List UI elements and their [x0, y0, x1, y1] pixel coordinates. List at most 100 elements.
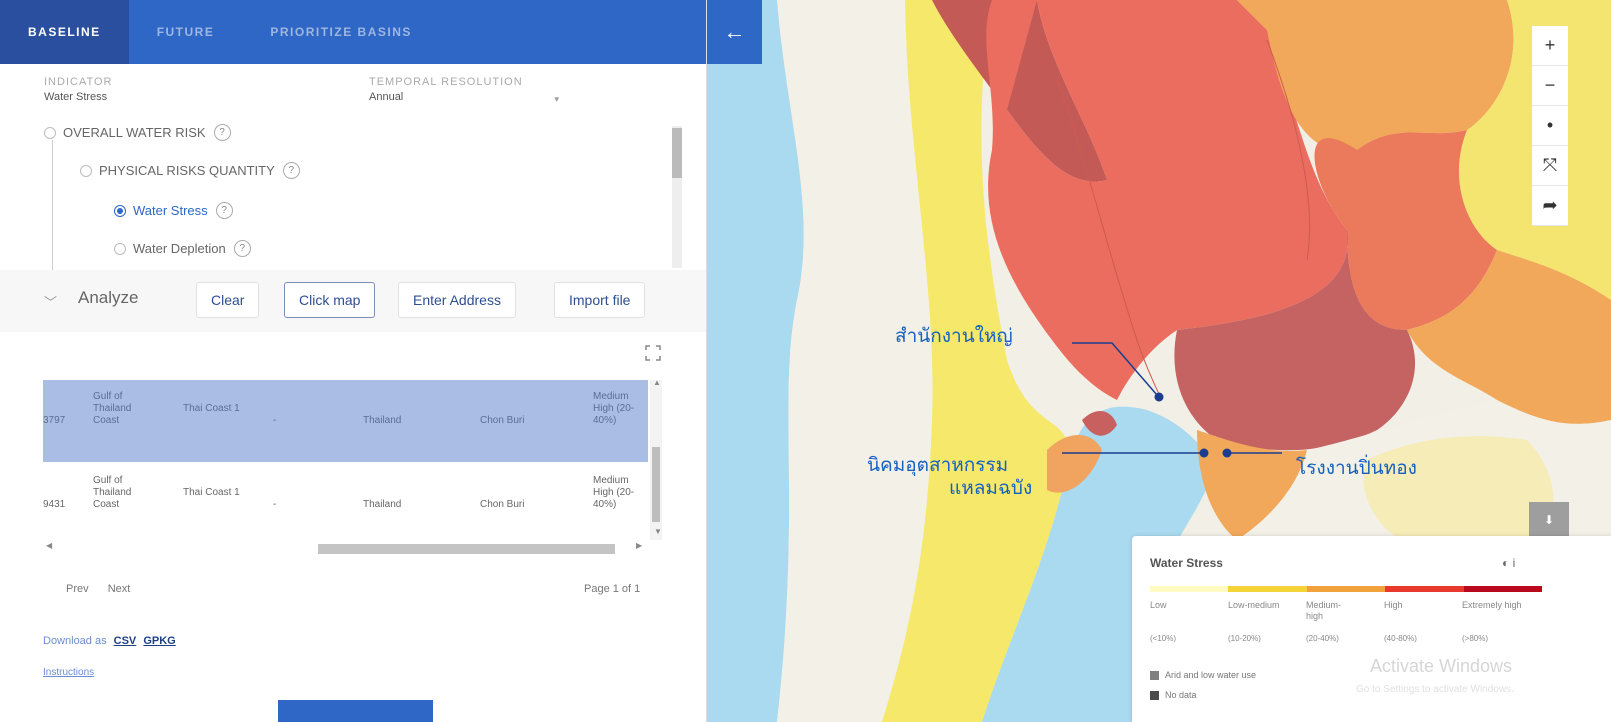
legend-swatch-medium-high: [1306, 586, 1386, 592]
legend-label-extremely-high: Extremely high: [1462, 600, 1522, 610]
prev-page-button[interactable]: Prev: [66, 583, 89, 595]
annotation-headquarters: สำนักงานใหญ่: [895, 325, 1013, 347]
temporal-caption: TEMPORAL RESOLUTION: [369, 76, 523, 88]
legend-swatch-arid: [1150, 670, 1159, 680]
results-table: 3797 Gulf of Thailand Coast Thai Coast 1…: [43, 380, 663, 540]
scroll-down-icon[interactable]: ▼: [654, 527, 662, 536]
pagination: Prev Next: [66, 583, 146, 595]
tree-item-water-stress[interactable]: Water Stress ?: [114, 202, 233, 219]
legend-swatch-low: [1150, 586, 1229, 592]
annotation-industrial-estate-line2: แหลมฉบัง: [949, 477, 1033, 499]
legend-range-medium-high: (20-40%): [1306, 634, 1339, 643]
tree-scrollbar-thumb[interactable]: [672, 128, 682, 178]
analyze-bar: ﹀ Analyze Clear Click map Enter Address …: [0, 270, 706, 332]
legend: Water Stress ◐ i Low Low-medium Medium-h…: [1132, 536, 1611, 722]
legend-swatch-low-medium: [1228, 586, 1307, 592]
tab-baseline[interactable]: BASELINE: [0, 0, 129, 64]
indicator-selectors: INDICATOR Water Stress TEMPORAL RESOLUTI…: [44, 76, 684, 116]
results-horizontal-scrollbar-thumb[interactable]: [318, 544, 615, 554]
indicator-value: Water Stress: [44, 91, 108, 103]
table-row[interactable]: 3797 Gulf of Thailand Coast Thai Coast 1…: [43, 380, 648, 462]
import-file-button[interactable]: Import file: [554, 282, 646, 318]
analyze-label[interactable]: Analyze: [78, 288, 138, 308]
legend-color-bar: [1150, 586, 1543, 592]
cell-region: Thai Coast 1: [183, 487, 240, 498]
enter-address-button[interactable]: Enter Address: [398, 282, 516, 318]
help-icon[interactable]: ?: [215, 202, 233, 219]
radio-icon[interactable]: [44, 126, 56, 139]
cell-dash: -: [273, 415, 277, 426]
legend-range-high: (40-80%): [1384, 634, 1417, 643]
legend-swatch-high: [1385, 586, 1464, 592]
indicator-select[interactable]: INDICATOR Water Stress: [44, 76, 113, 103]
zoom-out-button[interactable]: −: [1532, 66, 1568, 106]
click-map-button[interactable]: Click map: [284, 282, 376, 318]
radio-checked-icon[interactable]: [114, 204, 126, 217]
help-icon[interactable]: ?: [213, 124, 231, 141]
tree-connector: [52, 140, 53, 270]
fullscreen-button[interactable]: ⤧: [1532, 146, 1568, 186]
location-marker[interactable]: [1199, 448, 1209, 458]
side-panel: BASELINE FUTURE PRIORITIZE BASINS INDICA…: [0, 0, 707, 722]
legend-info-icon[interactable]: ◐ i: [1502, 556, 1515, 570]
legend-range-low: (<10%): [1150, 634, 1177, 643]
scroll-up-icon[interactable]: ▲: [653, 378, 661, 387]
cell-country: Thailand: [363, 499, 402, 510]
download-label: Download as: [43, 635, 107, 647]
annotation-plant: โรงงานปิ่นทอง: [1296, 457, 1417, 479]
legend-range-low-medium: (10-20%): [1228, 634, 1261, 643]
indicator-caption: INDICATOR: [44, 76, 113, 88]
location-marker[interactable]: [1154, 392, 1164, 402]
clear-button[interactable]: Clear: [196, 282, 260, 318]
indicator-tree: OVERALL WATER RISK ? PHYSICAL RISKS QUAN…: [40, 118, 690, 270]
activation-watermark: Activate Windows: [1370, 656, 1513, 676]
cell-province: Chon Buri: [480, 415, 525, 426]
instructions-link[interactable]: Instructions: [43, 667, 94, 678]
cell-country: Thailand: [363, 415, 402, 426]
location-marker[interactable]: [1222, 448, 1232, 458]
legend-label-high: High: [1384, 600, 1403, 610]
zoom-in-button[interactable]: +: [1532, 26, 1568, 66]
help-icon[interactable]: ?: [233, 240, 251, 257]
tab-bar: BASELINE FUTURE PRIORITIZE BASINS: [0, 0, 706, 64]
radio-icon[interactable]: [80, 164, 92, 177]
chevron-down-icon[interactable]: ﹀: [44, 292, 57, 311]
tree-item-physical-risks-quantity[interactable]: PHYSICAL RISKS QUANTITY ?: [80, 162, 300, 179]
tab-future[interactable]: FUTURE: [129, 0, 243, 64]
locate-button[interactable]: •: [1532, 106, 1568, 146]
temporal-resolution-select[interactable]: TEMPORAL RESOLUTION Annual ▾: [369, 76, 569, 104]
download-links: Download as CSV GPKG: [43, 635, 176, 647]
download-gpkg-link[interactable]: GPKG: [143, 635, 175, 647]
download-csv-link[interactable]: CSV: [114, 635, 137, 647]
cell-risk: Medium High (20-40%): [593, 391, 635, 426]
tab-prioritize-basins[interactable]: PRIORITIZE BASINS: [242, 0, 440, 64]
temporal-value: Annual: [369, 91, 404, 103]
tree-item-label: OVERALL WATER RISK: [63, 125, 206, 140]
cell-risk: Medium High (20-40%): [593, 475, 635, 510]
next-page-button[interactable]: Next: [108, 583, 131, 595]
tree-item-overall-water-risk[interactable]: OVERALL WATER RISK ?: [44, 124, 231, 141]
download-map-button[interactable]: ⬇: [1529, 502, 1569, 538]
results-vertical-scrollbar-thumb[interactable]: [652, 447, 660, 522]
table-row[interactable]: 9431 Gulf of Thailand Coast Thai Coast 1…: [43, 464, 648, 546]
collapse-panel-button[interactable]: ←: [707, 0, 762, 64]
help-icon[interactable]: ?: [282, 162, 300, 179]
western-land: [777, 0, 933, 722]
legend-item-arid: Arid and low water use: [1150, 670, 1256, 680]
cell-id: 9431: [43, 499, 66, 510]
cell-province: Chon Buri: [480, 499, 525, 510]
legend-swatch-extremely-high: [1463, 586, 1543, 592]
scroll-left-icon[interactable]: ◀: [46, 541, 52, 550]
legend-label-medium-high: Medium-high: [1306, 600, 1342, 621]
page-info: Page 1 of 1: [584, 583, 641, 595]
radio-icon[interactable]: [114, 242, 126, 255]
share-button[interactable]: ➦: [1532, 186, 1568, 226]
legend-label-low-medium: Low-medium: [1228, 600, 1280, 610]
tree-item-water-depletion[interactable]: Water Depletion ?: [114, 240, 251, 257]
map-view[interactable]: ← + − • ⤧ ➦ ⬇ สำนักงานใหญ่ นิคมอุตสาหกรร…: [707, 0, 1611, 722]
scroll-right-icon[interactable]: ▶: [636, 541, 642, 550]
cell-basin: Gulf of Thailand Coast: [93, 475, 132, 510]
legend-label-nodata: No data: [1165, 690, 1197, 700]
expand-icon[interactable]: [645, 345, 661, 361]
panel-bottom-button[interactable]: [278, 700, 433, 722]
